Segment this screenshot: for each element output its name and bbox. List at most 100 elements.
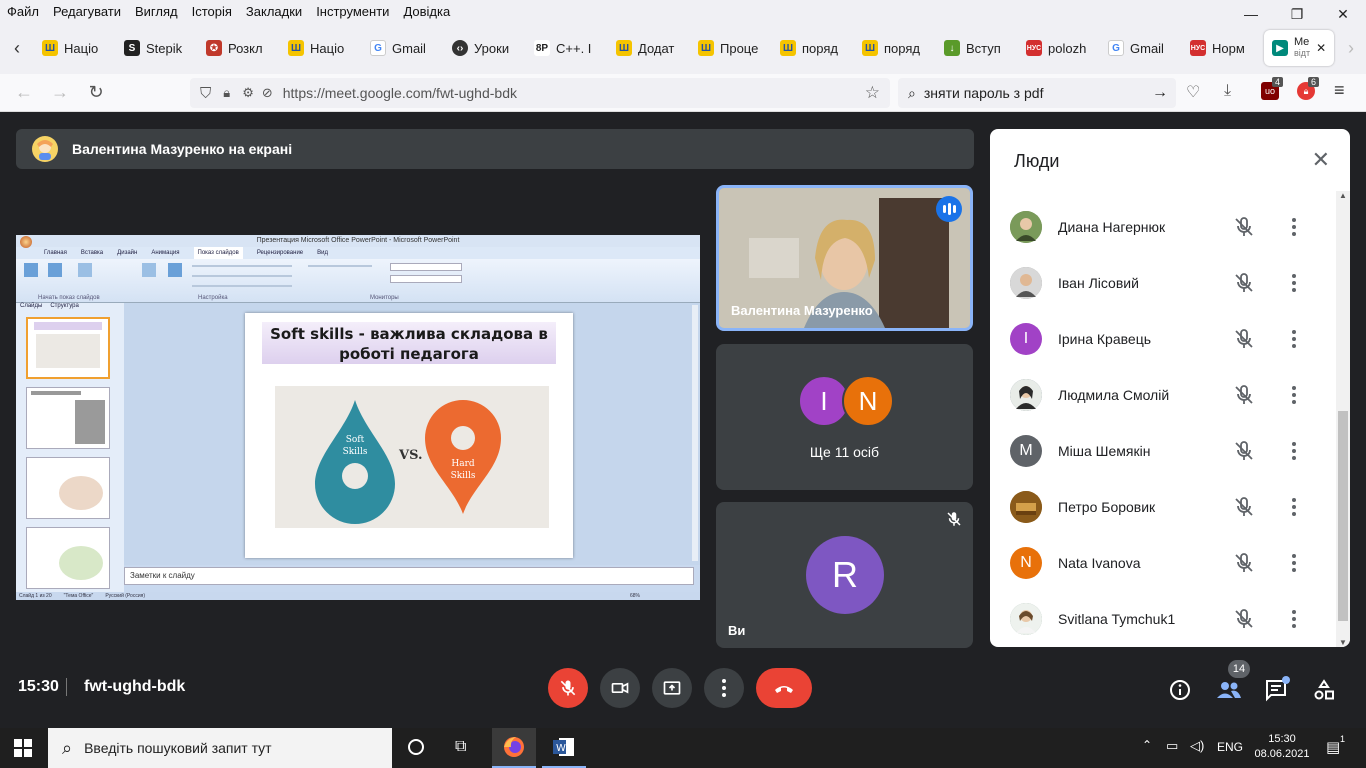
url-text[interactable]: https://meet.google.com/fwt-ughd-bdk — [283, 85, 517, 101]
more-options-button[interactable] — [1288, 605, 1300, 633]
present-screen-button[interactable] — [652, 668, 692, 708]
bookmark-star-icon[interactable]: ☆ — [865, 83, 880, 103]
tab[interactable]: 8P C++. I — [526, 30, 608, 66]
people-scrollbar[interactable]: ▲ ▼ — [1336, 191, 1350, 647]
volume-icon[interactable]: ◁) — [1190, 738, 1204, 754]
more-options-button[interactable] — [1288, 213, 1300, 241]
taskbar-clock[interactable]: 15:30 08.06.2021 — [1254, 732, 1310, 762]
participant-row[interactable]: Людмила Смолій — [1010, 377, 1330, 413]
taskbar-firefox[interactable] — [492, 728, 536, 768]
participant-row[interactable]: I Ірина Кравець — [1010, 321, 1330, 357]
drop-right-label: Hard Skills — [450, 459, 476, 481]
mic-off-icon[interactable] — [1232, 551, 1256, 575]
close-people-button[interactable]: ✕ — [1312, 147, 1330, 173]
search-bar[interactable]: ⌕ зняти пароль з pdf → — [898, 78, 1176, 108]
close-tab-icon[interactable]: ✕ — [1316, 41, 1326, 55]
mic-off-icon[interactable] — [1232, 439, 1256, 463]
menu-tools[interactable]: Інструменти — [309, 4, 396, 19]
tabs-scroll-left-button[interactable]: ‹ — [0, 30, 34, 66]
presenter-video-tile[interactable]: Валентина Мазуренко — [716, 185, 973, 331]
participant-row[interactable]: Іван Лісовий — [1010, 265, 1330, 301]
divider — [66, 678, 67, 696]
camera-toggle-button[interactable] — [600, 668, 640, 708]
hamburger-menu-icon[interactable]: ≡ — [1334, 80, 1345, 101]
activities-button[interactable] — [1312, 678, 1336, 707]
people-scrollbar-thumb[interactable] — [1338, 411, 1348, 621]
search-go-icon[interactable]: → — [1152, 84, 1168, 102]
self-tile[interactable]: R Ви — [716, 502, 973, 648]
tab[interactable]: Ш Націо — [280, 30, 362, 66]
tab[interactable]: ✪ Розкл — [198, 30, 280, 66]
shield-icon[interactable]: ⛉ — [200, 85, 211, 102]
menu-file[interactable]: Файл — [0, 4, 46, 19]
people-button[interactable] — [1216, 678, 1242, 707]
more-options-button[interactable] — [1288, 381, 1300, 409]
reload-button[interactable]: ↻ — [78, 78, 114, 108]
tab[interactable]: НУС polozh — [1018, 30, 1100, 66]
participant-name: Svitlana Tymchuk1 — [1058, 611, 1176, 627]
mic-off-icon[interactable] — [1232, 607, 1256, 631]
taskbar-word[interactable]: W — [542, 728, 586, 768]
lock-icon[interactable]: 🔒︎ — [223, 85, 230, 101]
mic-off-icon[interactable] — [1232, 383, 1256, 407]
cortana-icon[interactable] — [408, 739, 424, 755]
tab[interactable]: Ш Проце — [690, 30, 772, 66]
downloads-icon[interactable]: ⤓ — [1224, 82, 1231, 100]
menu-history[interactable]: Історія — [185, 4, 239, 19]
tab[interactable]: Ш Додат — [608, 30, 690, 66]
tab[interactable]: G Gmail — [1100, 30, 1182, 66]
mic-off-icon[interactable] — [1232, 271, 1256, 295]
windows-start-button[interactable] — [14, 739, 32, 762]
ppt-tab-design: Дизайн — [117, 250, 138, 256]
tab-active-meet[interactable]: ▶ Me відт ✕ — [1264, 30, 1334, 66]
search-input[interactable]: зняти пароль з pdf — [924, 85, 1044, 101]
url-bar[interactable]: ⛉ 🔒︎ ⚙ ⊘ https://meet.google.com/fwt-ugh… — [190, 78, 890, 108]
tab[interactable]: ‹› Уроки — [444, 30, 526, 66]
task-view-icon[interactable]: ⧉ — [455, 738, 466, 756]
tab[interactable]: ↓ Вступ — [936, 30, 1018, 66]
participant-row[interactable]: N Nata Ivanova — [1010, 545, 1330, 581]
others-tile[interactable]: I N Ще 11 осіб — [716, 344, 973, 490]
forward-button[interactable]: → — [42, 78, 78, 108]
more-options-button[interactable] — [1288, 549, 1300, 577]
scroll-up-icon[interactable]: ▲ — [1339, 191, 1347, 200]
meeting-details-button[interactable] — [1168, 678, 1192, 707]
mic-off-icon[interactable] — [1232, 327, 1256, 351]
leave-call-button[interactable] — [756, 668, 812, 708]
notification-center-icon[interactable]: ▤ — [1326, 738, 1340, 756]
participant-row[interactable]: Диана Нагернюк — [1010, 209, 1330, 245]
network-icon[interactable]: ▭ — [1166, 738, 1178, 754]
menu-help[interactable]: Довідка — [396, 4, 457, 19]
mic-off-icon[interactable] — [1232, 215, 1256, 239]
scroll-down-icon[interactable]: ▼ — [1339, 638, 1347, 647]
tab[interactable]: G Gmail — [362, 30, 444, 66]
tab[interactable]: Ш Націо — [34, 30, 116, 66]
tab[interactable]: Шпоряд — [854, 30, 936, 66]
more-options-button[interactable] — [704, 668, 744, 708]
camera-blocked-icon[interactable]: ⊘ — [262, 85, 273, 101]
mic-off-icon[interactable] — [1232, 495, 1256, 519]
tab[interactable]: S Stepik — [116, 30, 198, 66]
more-options-button[interactable] — [1288, 493, 1300, 521]
more-options-button[interactable] — [1288, 269, 1300, 297]
more-options-button[interactable] — [1288, 437, 1300, 465]
tray-overflow-icon[interactable]: ⌃ — [1142, 738, 1152, 752]
participant-row[interactable]: Петро Боровик — [1010, 489, 1330, 525]
participant-row[interactable]: M Міша Шемякін — [1010, 433, 1330, 469]
mic-toggle-button[interactable] — [548, 668, 588, 708]
menu-bookmarks[interactable]: Закладки — [239, 4, 309, 19]
tabs-scroll-right-button[interactable]: › — [1334, 30, 1366, 66]
tab-bar: ‹ Ш Націо S Stepik ✪ Розкл Ш Націо G Gmail ‹›… — [0, 22, 1366, 74]
tab[interactable]: Шпоряд — [772, 30, 854, 66]
permissions-icon[interactable]: ⚙ — [242, 85, 254, 101]
menu-edit[interactable]: Редагувати — [46, 4, 128, 19]
back-button[interactable]: ← — [6, 78, 42, 108]
more-options-button[interactable] — [1288, 325, 1300, 353]
tab[interactable]: НУС Норм — [1182, 30, 1264, 66]
pocket-icon[interactable]: ♡ — [1186, 82, 1200, 102]
input-language[interactable]: ENG — [1217, 740, 1243, 754]
participant-row[interactable]: Svitlana Tymchuk1 — [1010, 601, 1330, 637]
taskbar-search[interactable]: ⌕ Введіть пошуковий запит тут — [48, 728, 392, 768]
taskbar-search-input[interactable]: Введіть пошуковий запит тут — [84, 740, 272, 756]
menu-view[interactable]: Вигляд — [128, 4, 185, 19]
